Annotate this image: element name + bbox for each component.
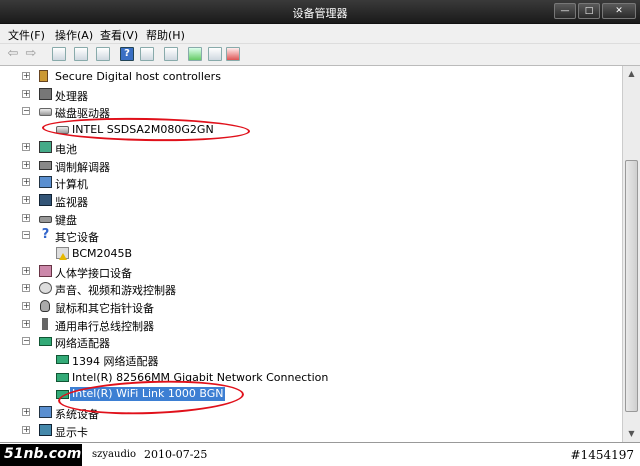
expand-icon[interactable]: + [22,426,30,434]
device-list-icon[interactable] [140,47,154,61]
expand-icon[interactable]: + [22,214,30,222]
watermark-id: #1454197 [570,448,635,462]
mouse-icon [40,300,50,312]
title-bar[interactable]: 设备管理器 — □ ✕ [0,0,640,24]
tree-item-label: 调制解调器 [55,161,110,174]
watermark-date: 2010-07-25 [144,448,208,461]
battery-icon [39,141,52,153]
warning-icon [59,253,67,260]
forward-arrow-icon[interactable]: ⇨ [24,47,38,61]
collapse-icon[interactable]: − [22,337,30,345]
scrollbar-thumb[interactable] [625,160,638,412]
menu-help[interactable]: 帮助(H) [146,27,185,43]
sound-icon [39,282,52,294]
tree-item-label: 监视器 [55,196,88,209]
red-annotation-circle [41,116,251,143]
scroll-down-icon[interactable]: ▼ [623,426,640,442]
computer-icon [39,176,52,188]
properties-icon[interactable] [74,47,88,61]
system-device-icon [39,406,52,418]
back-arrow-icon[interactable]: ⇦ [6,47,20,61]
menu-file[interactable]: 文件(F) [8,27,45,43]
tree-item-label: 显示卡 [55,426,88,439]
maximize-button[interactable]: □ [578,3,600,19]
tree-item-label: 1394 网络适配器 [72,355,159,368]
scan-hardware-icon[interactable] [164,47,178,61]
vertical-scrollbar[interactable]: ▲ ▼ [622,66,640,442]
tree-item-label: 键盘 [55,214,77,227]
expand-icon[interactable]: + [22,320,30,328]
network-card-icon [56,373,69,382]
expand-icon[interactable]: + [22,143,30,151]
expand-icon[interactable]: + [22,284,30,292]
expand-icon[interactable]: + [22,90,30,98]
expand-icon[interactable]: + [22,267,30,275]
uninstall-device-icon[interactable] [226,47,240,61]
tree-item-label: 计算机 [55,178,88,191]
menu-bar: 文件(F) 操作(A) 查看(V) 帮助(H) [0,24,640,44]
monitor-icon [39,194,52,206]
unknown-device-icon [56,247,69,260]
console-tree-icon[interactable] [96,47,110,61]
window-title: 设备管理器 [292,7,348,20]
tree-item-label: 其它设备 [55,231,99,244]
tree-item-label: 通用串行总线控制器 [55,320,154,333]
display-adapter-icon [39,424,52,436]
close-button[interactable]: ✕ [602,3,636,19]
help-icon[interactable]: ? [120,47,134,61]
tree-item-label: 鼠标和其它指针设备 [55,302,154,315]
scroll-up-icon[interactable]: ▲ [623,66,640,82]
modem-icon [39,161,52,170]
usb-icon [42,318,48,330]
watermark-logo: 51nb.com [0,444,82,466]
keyboard-icon [39,216,52,223]
device-manager-window: 设备管理器 — □ ✕ 文件(F) 操作(A) 查看(V) 帮助(H) ⇦ ⇨ … [0,0,640,466]
sd-card-icon [39,70,48,82]
expand-icon[interactable]: + [22,72,30,80]
collapse-icon[interactable]: − [22,231,30,239]
processor-icon [39,88,52,100]
device-tree: + Secure Digital host controllers + 处理器 … [0,66,622,442]
disable-device-icon[interactable] [208,47,222,61]
tree-item-label: 电池 [55,143,77,156]
expand-icon[interactable]: + [22,408,30,416]
tree-item-label: BCM2045B [72,247,133,260]
tree-item-label: 声音、视频和游戏控制器 [55,284,176,297]
expand-icon[interactable]: + [22,196,30,204]
update-driver-icon[interactable] [188,47,202,61]
watermark-user: szyaudio [92,449,137,460]
tree-item-label: Secure Digital host controllers [55,70,221,83]
view-list-icon[interactable] [52,47,66,61]
menu-action[interactable]: 操作(A) [55,27,93,43]
network-card-icon [56,355,69,364]
tree-item-label: 网络适配器 [55,337,110,350]
question-icon: ? [41,227,50,242]
toolbar: ⇦ ⇨ ? [0,44,640,66]
expand-icon[interactable]: + [22,178,30,186]
tree-item-label: 人体学接口设备 [55,267,132,280]
expand-icon[interactable]: + [22,161,30,169]
minimize-button[interactable]: — [554,3,576,19]
collapse-icon[interactable]: − [22,107,30,115]
menu-view[interactable]: 查看(V) [100,27,138,43]
network-icon [39,337,52,346]
drive-icon [39,108,52,116]
hid-icon [39,265,52,277]
tree-item-label: 处理器 [55,90,88,103]
expand-icon[interactable]: + [22,302,30,310]
watermark-strip: 51nb.com szyaudio 2010-07-25 #1454197 [0,442,640,466]
